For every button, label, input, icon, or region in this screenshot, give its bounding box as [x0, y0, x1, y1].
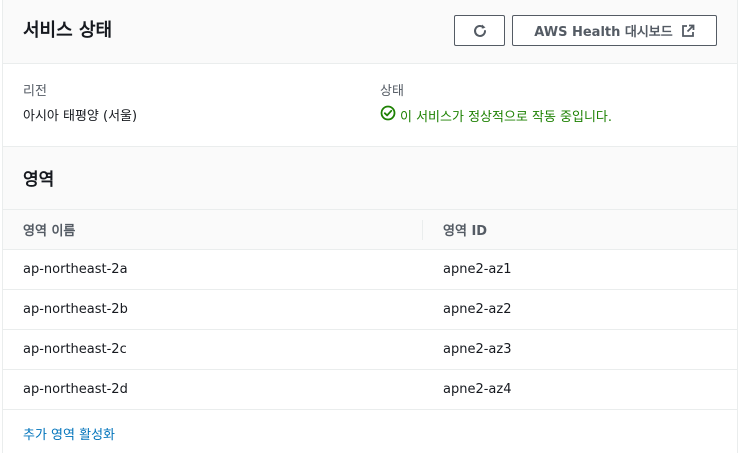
- panel-header: 서비스 상태 AWS Health 대시보드: [3, 0, 737, 64]
- zone-id-cell: apne2-az4: [423, 369, 737, 410]
- refresh-icon: [472, 23, 488, 39]
- zones-header: 영역: [3, 147, 737, 210]
- zone-name-cell: ap-northeast-2a: [3, 249, 423, 290]
- zone-name-cell: ap-northeast-2d: [3, 369, 423, 410]
- check-circle-icon: [380, 105, 396, 125]
- status-label: 상태: [380, 84, 404, 99]
- table-row: ap-northeast-2b apne2-az2: [3, 289, 737, 330]
- aws-health-dashboard-button[interactable]: AWS Health 대시보드: [512, 15, 717, 46]
- page-title: 서비스 상태: [23, 20, 113, 41]
- status-indicator: 이 서비스가 정상적으로 작동 중입니다.: [380, 105, 612, 125]
- region-value: 아시아 태평양 (서울): [23, 109, 138, 124]
- zones-table: 영역 이름 영역 ID ap-northeast-2a apne2-az1 ap…: [3, 210, 737, 410]
- table-row: ap-northeast-2c apne2-az3: [3, 329, 737, 370]
- zones-title: 영역: [23, 170, 55, 190]
- table-header-row: 영역 이름 영역 ID: [3, 210, 737, 250]
- zone-name-cell: ap-northeast-2b: [3, 289, 423, 330]
- column-header-zone-name[interactable]: 영역 이름: [3, 210, 423, 250]
- region-info-section: 리전 아시아 태평양 (서울) 상태 이 서비스가 정상적으로 작동 중입니다.: [3, 64, 737, 147]
- zone-id-cell: apne2-az2: [423, 289, 737, 330]
- enable-additional-zones-link[interactable]: 추가 영역 활성화: [23, 424, 115, 443]
- zone-id-cell: apne2-az1: [423, 249, 737, 290]
- region-label: 리전: [23, 84, 47, 99]
- table-row: ap-northeast-2a apne2-az1: [3, 249, 737, 290]
- table-row: ap-northeast-2d apne2-az4: [3, 369, 737, 410]
- column-header-zone-id[interactable]: 영역 ID: [423, 210, 737, 250]
- zone-name-cell: ap-northeast-2c: [3, 329, 423, 370]
- region-field: 리전 아시아 태평양 (서울): [23, 80, 137, 124]
- zone-id-cell: apne2-az3: [423, 329, 737, 370]
- status-text: 이 서비스가 정상적으로 작동 중입니다.: [400, 109, 613, 125]
- status-field: 상태 이 서비스가 정상적으로 작동 중입니다.: [380, 80, 612, 125]
- health-button-label: AWS Health 대시보드: [534, 25, 673, 40]
- service-status-panel: 서비스 상태 AWS Health 대시보드 리전 아시아 태평양 (서울) 상…: [2, 0, 738, 453]
- external-link-icon: [681, 24, 695, 38]
- refresh-button[interactable]: [454, 15, 505, 46]
